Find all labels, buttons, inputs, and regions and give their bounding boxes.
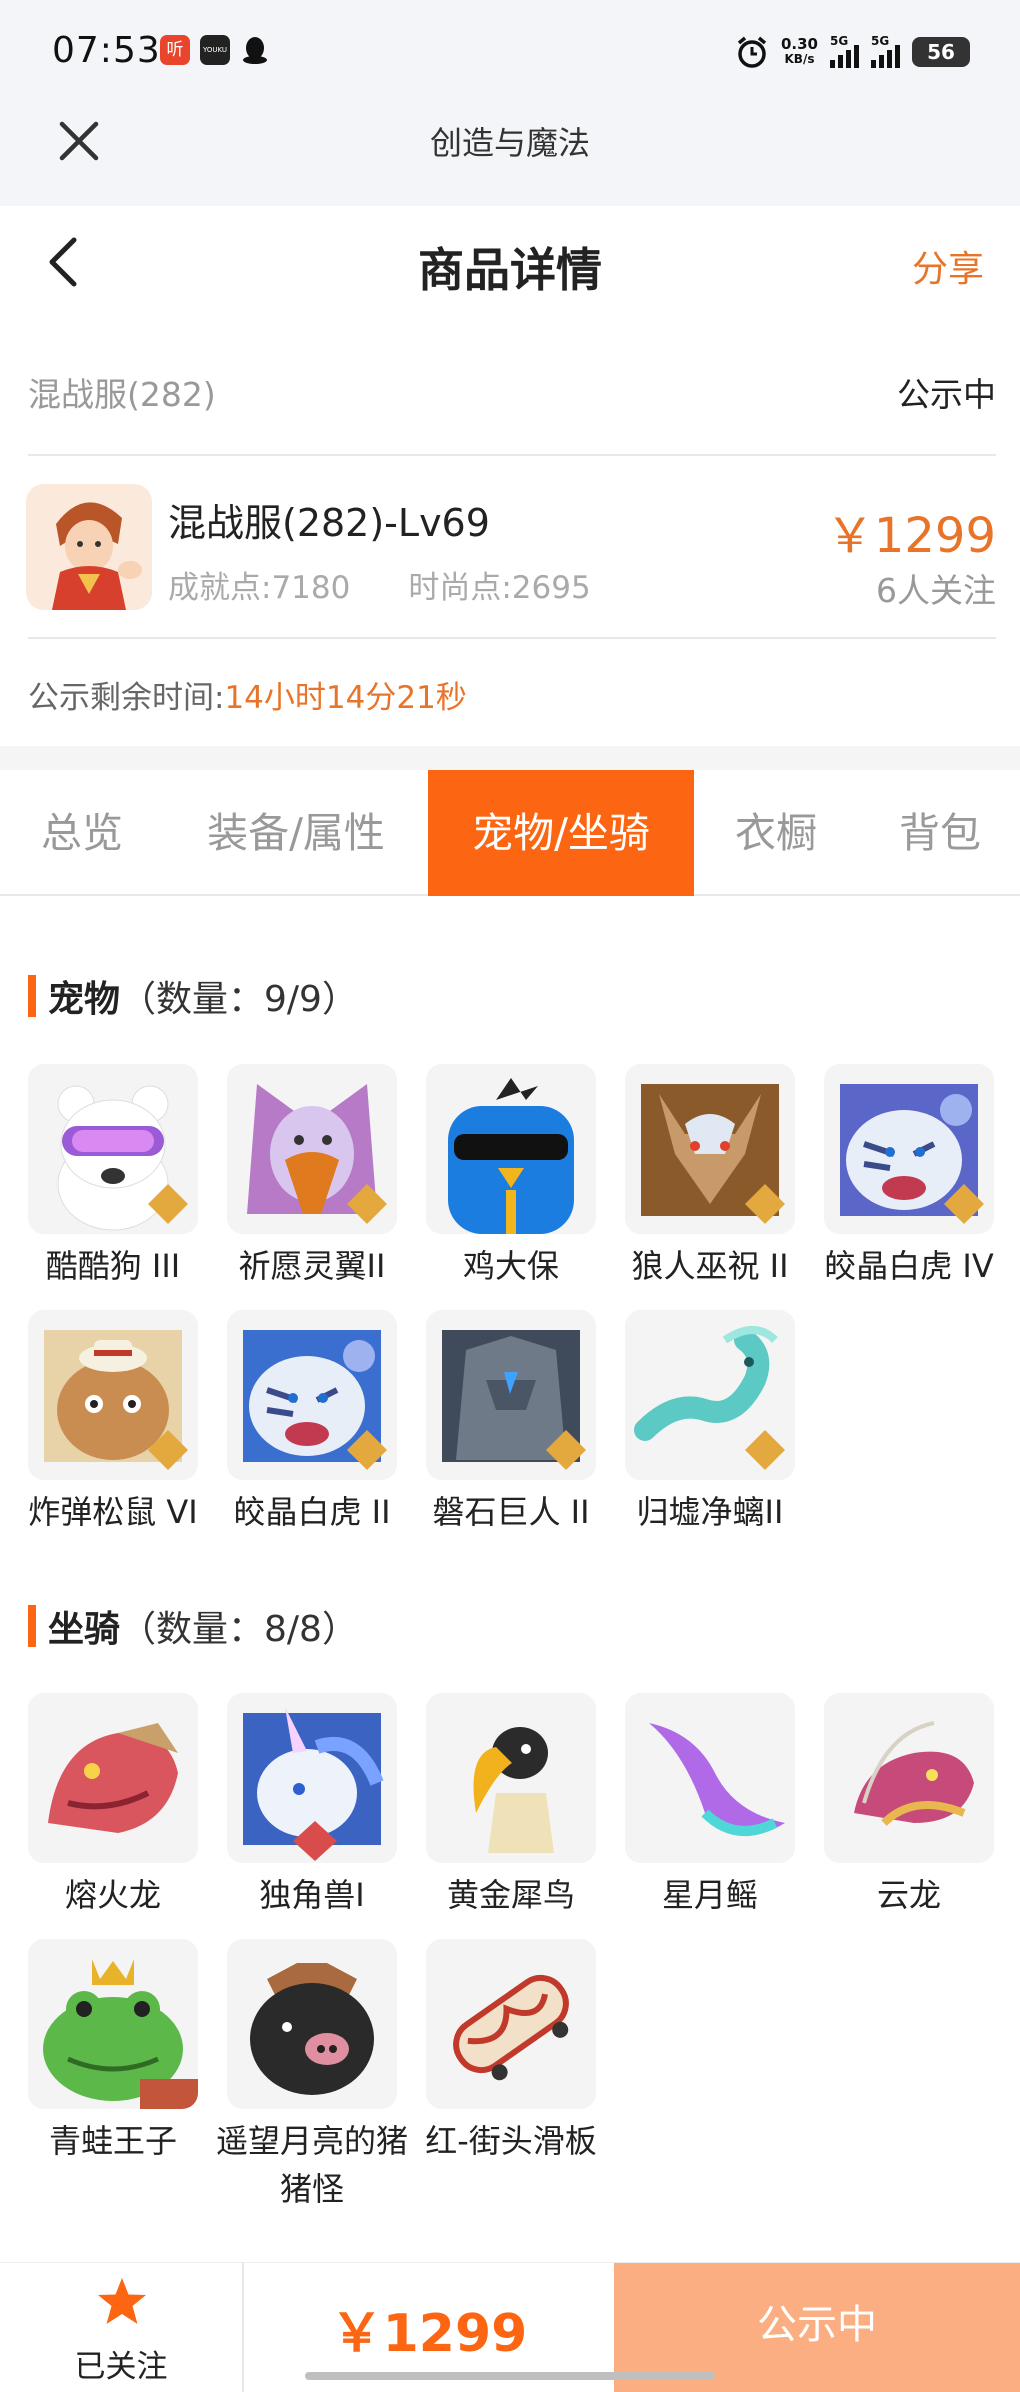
- share-button[interactable]: 分享: [912, 240, 984, 292]
- signal-icon-2: 5G: [871, 34, 900, 68]
- battery-indicator: 56: [912, 37, 970, 67]
- divider: [28, 454, 996, 456]
- pet-cool-dog-image: [28, 1064, 198, 1234]
- pets-grid: 酷酷狗 III 祈愿灵翼II 鸡大保 狼人巫祝 II 皎晶白虎 IV 炸弹松鼠 …: [26, 1064, 998, 1534]
- pet-name: 鸡大保: [462, 1247, 559, 1285]
- product-title: 混战服(282)-Lv69: [168, 501, 490, 545]
- star-icon: [98, 2278, 146, 2324]
- page-title: 商品详情: [418, 243, 602, 297]
- mount-golden-hornbill-image: [426, 1693, 596, 1863]
- server-status: 公示中: [897, 375, 996, 414]
- remaining-time-value: 14小时14分21秒: [224, 680, 467, 716]
- pet-name: 皎晶白虎 II: [233, 1493, 391, 1531]
- ting-app-icon: 听: [160, 35, 190, 65]
- remaining-time-label: 公示剩余时间:: [28, 680, 225, 716]
- pets-count: （数量：9/9）: [120, 979, 358, 1020]
- webview-nav: 创造与魔法: [0, 100, 1020, 206]
- mount-name: 遥望月亮的猪猪怪: [215, 2122, 408, 2208]
- pet-rock-giant-image: [426, 1310, 596, 1480]
- status-bar: 07:53 听 YOUKU 0.30 KB/s 5G 5G 56: [0, 0, 1020, 100]
- tab-pets-mounts[interactable]: 宠物/坐骑: [428, 770, 694, 896]
- mounts-grid: 熔火龙 独角兽I 黄金犀鸟 星月鳐 云龙 青蛙王子 遥望月亮的猪猪怪 红-街头滑…: [26, 1693, 998, 2213]
- pet-name: 炸弹松鼠 VI: [28, 1493, 198, 1531]
- pet-name: 皎晶白虎 IV: [824, 1247, 994, 1285]
- mounts-title: 坐骑: [48, 1609, 121, 1650]
- page-header: 商品详情 分享: [0, 206, 1020, 318]
- fashion-points: 时尚点:2695: [408, 570, 591, 606]
- tab-wardrobe[interactable]: 衣橱: [714, 770, 838, 896]
- tab-overview[interactable]: 总览: [20, 770, 144, 896]
- pet-chicken-boss-image: [426, 1064, 596, 1234]
- pet-name: 磐石巨人 II: [432, 1493, 590, 1531]
- mount-name: 熔火龙: [64, 1876, 161, 1914]
- mount-unicorn-image: [227, 1693, 397, 1863]
- youku-app-icon: YOUKU: [200, 35, 230, 65]
- tab-bar: 总览 装备/属性 宠物/坐骑 衣橱 背包: [0, 770, 1020, 896]
- alarm-icon: [737, 36, 767, 68]
- network-speed: 0.30 KB/s: [780, 35, 818, 67]
- pet-wish-wing-image: [227, 1064, 397, 1234]
- server-row: 混战服(282) 公示中: [28, 360, 996, 420]
- tab-backpack[interactable]: 背包: [878, 770, 1002, 896]
- pet-name: 狼人巫祝 II: [631, 1247, 789, 1285]
- status-time: 07:53: [52, 30, 161, 71]
- webview-title: 创造与魔法: [429, 124, 590, 162]
- home-indicator[interactable]: [305, 2372, 715, 2380]
- mount-name: 独角兽I: [259, 1876, 365, 1914]
- tab-equipment[interactable]: 装备/属性: [184, 770, 408, 896]
- mount-frog-prince-image: [28, 1939, 198, 2109]
- divider: [28, 637, 996, 639]
- pets-section-title: 宠物 （数量：9/9）: [28, 973, 358, 1020]
- pet-werewolf-shaman-image: [625, 1064, 795, 1234]
- pet-name: 归墟净螭II: [636, 1493, 784, 1531]
- mount-name: 黄金犀鸟: [446, 1876, 575, 1914]
- mount-name: 星月鳐: [661, 1876, 758, 1914]
- mounts-count: （数量：8/8）: [120, 1609, 358, 1650]
- mount-street-skateboard-image: [426, 1939, 596, 2109]
- mounts-section-title: 坐骑 （数量：8/8）: [28, 1603, 358, 1650]
- pet-name: 祈愿灵翼II: [238, 1247, 386, 1285]
- remaining-time: 公示剩余时间:14小时14分21秒: [28, 672, 467, 717]
- follow-label: 已关注: [74, 2349, 168, 2385]
- signal-icon: 5G: [830, 34, 859, 68]
- mount-pig-monster-image: [227, 1939, 397, 2109]
- pet-name: 酷酷狗 III: [45, 1247, 181, 1285]
- achievement-points: 成就点:7180: [168, 570, 351, 606]
- section-separator: [0, 746, 1020, 770]
- mount-name: 青蛙王子: [48, 2122, 177, 2160]
- product-summary: 混战服(282)-Lv69 成就点:7180 时尚点:2695 ￥1299 6人…: [26, 484, 996, 610]
- section-marker: [28, 1605, 36, 1647]
- pet-guixu-dragon-image: [625, 1310, 795, 1480]
- pets-title: 宠物: [48, 979, 121, 1020]
- qq-penguin-icon: [240, 35, 270, 65]
- bottom-price: ￥1299: [330, 2304, 528, 2364]
- product-price: ￥1299: [825, 508, 996, 564]
- server-name: 混战服(282): [28, 375, 216, 414]
- section-marker: [28, 975, 36, 1017]
- follow-button[interactable]: 已关注: [0, 2263, 244, 2392]
- pet-crystal-tiger-image: [824, 1064, 994, 1234]
- mount-name: 云龙: [876, 1876, 941, 1914]
- mount-magma-dragon-image: [28, 1693, 198, 1863]
- follower-count: 6人关注: [876, 571, 996, 610]
- mount-cloud-dragon-image: [824, 1693, 994, 1863]
- pet-crystal-tiger-image: [227, 1310, 397, 1480]
- mount-name: 红-街头滑板: [425, 2122, 597, 2160]
- mount-starmoon-ray-image: [625, 1693, 795, 1863]
- character-avatar: [26, 484, 152, 610]
- pet-bomb-squirrel-image: [28, 1310, 198, 1480]
